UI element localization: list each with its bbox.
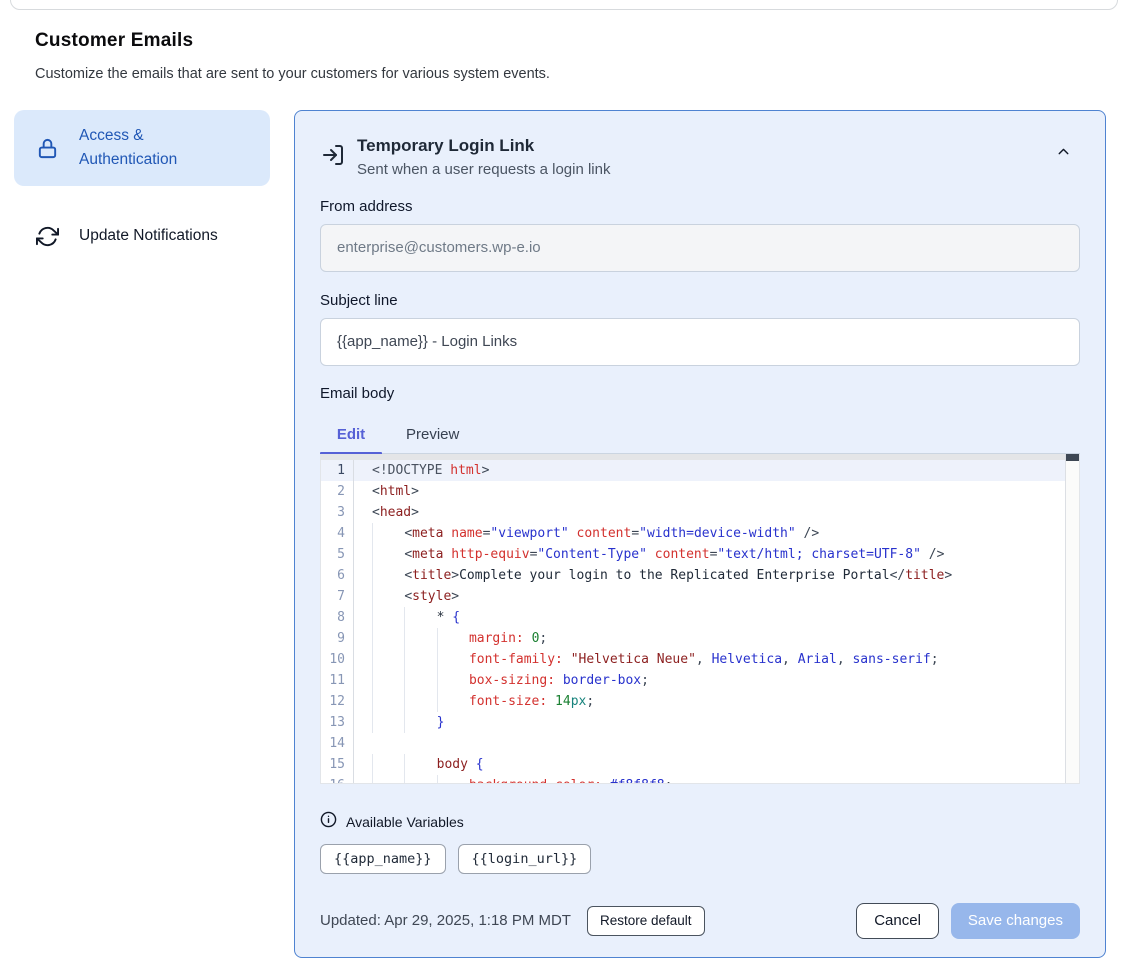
- page-title: Customer Emails: [35, 30, 193, 52]
- line-number: 16: [321, 775, 354, 784]
- available-variables-header: Available Variables: [320, 811, 1080, 833]
- sidebar-item-label: Update Notifications: [79, 224, 218, 248]
- panel-footer: Updated: Apr 29, 2025, 1:18 PM MDT Resto…: [320, 903, 1080, 939]
- chevron-up-icon: [1055, 148, 1072, 163]
- editor-scrollbar-thumb[interactable]: [1066, 454, 1079, 461]
- email-body-tabbar: Edit Preview: [320, 416, 1080, 454]
- code-line[interactable]: 13 }: [321, 712, 1065, 733]
- line-number: 1: [321, 460, 354, 481]
- line-number: 8: [321, 607, 354, 628]
- editor-vertical-scrollbar[interactable]: [1065, 454, 1079, 783]
- subject-line-field: Subject line: [320, 292, 1080, 366]
- code-line[interactable]: 7 <style>: [321, 586, 1065, 607]
- line-number: 9: [321, 628, 354, 649]
- sidebar-item-label: Access & Authentication: [79, 124, 219, 172]
- code-line[interactable]: 1<!DOCTYPE html>: [321, 460, 1065, 481]
- variable-chip-login_url[interactable]: {{login_url}}: [458, 844, 592, 874]
- line-number: 7: [321, 586, 354, 607]
- code-line[interactable]: 3<head>: [321, 502, 1065, 523]
- line-number: 13: [321, 712, 354, 733]
- restore-default-button[interactable]: Restore default: [587, 906, 705, 936]
- code-line[interactable]: 11 box-sizing: border-box;: [321, 670, 1065, 691]
- code-line[interactable]: 8 * {: [321, 607, 1065, 628]
- panel-titles: Temporary Login Link Sent when a user re…: [357, 135, 610, 178]
- code-lines[interactable]: 1<!DOCTYPE html>2<html>3<head>4 <meta na…: [321, 460, 1065, 784]
- cancel-button[interactable]: Cancel: [856, 903, 939, 939]
- code-line[interactable]: 4 <meta name="viewport" content="width=d…: [321, 523, 1065, 544]
- tab-edit[interactable]: Edit: [320, 426, 382, 443]
- collapse-section-button[interactable]: [1055, 143, 1072, 163]
- customer-emails-page: Customer Emails Customize the emails tha…: [0, 0, 1128, 980]
- line-number: 5: [321, 544, 354, 565]
- code-line[interactable]: 15 body {: [321, 754, 1065, 775]
- email-types-sidebar: Access & Authentication Update Notificati…: [14, 110, 270, 286]
- code-line[interactable]: 10 font-family: "Helvetica Neue", Helvet…: [321, 649, 1065, 670]
- line-number: 14: [321, 733, 354, 754]
- variable-chip-app_name[interactable]: {{app_name}}: [320, 844, 446, 874]
- code-line[interactable]: 2<html>: [321, 481, 1065, 502]
- code-line[interactable]: 6 <title>Complete your login to the Repl…: [321, 565, 1065, 586]
- sidebar-item-update-notifications[interactable]: Update Notifications: [14, 210, 270, 262]
- panel-title: Temporary Login Link: [357, 135, 610, 158]
- from-address-input[interactable]: [320, 224, 1080, 272]
- subject-line-input[interactable]: [320, 318, 1080, 366]
- from-address-field: From address: [320, 198, 1080, 272]
- line-number: 12: [321, 691, 354, 712]
- email-body-code-editor[interactable]: 1<!DOCTYPE html>2<html>3<head>4 <meta na…: [320, 454, 1080, 784]
- email-body-label: Email body: [320, 385, 1080, 402]
- page-subtitle: Customize the emails that are sent to yo…: [35, 66, 550, 82]
- line-number: 3: [321, 502, 354, 523]
- from-address-label: From address: [320, 198, 1080, 215]
- line-number: 15: [321, 754, 354, 775]
- panel-header: Temporary Login Link Sent when a user re…: [320, 135, 1080, 178]
- subject-line-label: Subject line: [320, 292, 1080, 309]
- line-number: 6: [321, 565, 354, 586]
- line-number: 11: [321, 670, 354, 691]
- info-icon: [320, 811, 337, 833]
- editor-horizontal-scrollbar[interactable]: [321, 454, 1065, 460]
- code-line[interactable]: 5 <meta http-equiv="Content-Type" conten…: [321, 544, 1065, 565]
- tab-preview[interactable]: Preview: [406, 426, 459, 443]
- sidebar-item-access-authentication[interactable]: Access & Authentication: [14, 110, 270, 186]
- login-icon: [321, 143, 345, 172]
- variable-chips: {{app_name}} {{login_url}}: [320, 844, 1080, 874]
- updated-timestamp: Updated: Apr 29, 2025, 1:18 PM MDT: [320, 912, 571, 929]
- code-line[interactable]: 16 background-color: #f8f8f8;: [321, 775, 1065, 784]
- code-line[interactable]: 14: [321, 733, 1065, 754]
- previous-section-edge: [10, 0, 1118, 10]
- available-variables-label: Available Variables: [346, 814, 464, 830]
- line-number: 10: [321, 649, 354, 670]
- panel-subtitle: Sent when a user requests a login link: [357, 161, 610, 178]
- line-number: 4: [321, 523, 354, 544]
- lock-icon: [36, 137, 59, 160]
- refresh-icon: [36, 225, 59, 248]
- line-number: 2: [321, 481, 354, 502]
- save-changes-button[interactable]: Save changes: [951, 903, 1080, 939]
- code-line[interactable]: 12 font-size: 14px;: [321, 691, 1065, 712]
- code-line[interactable]: 9 margin: 0;: [321, 628, 1065, 649]
- temporary-login-link-panel: Temporary Login Link Sent when a user re…: [294, 110, 1106, 958]
